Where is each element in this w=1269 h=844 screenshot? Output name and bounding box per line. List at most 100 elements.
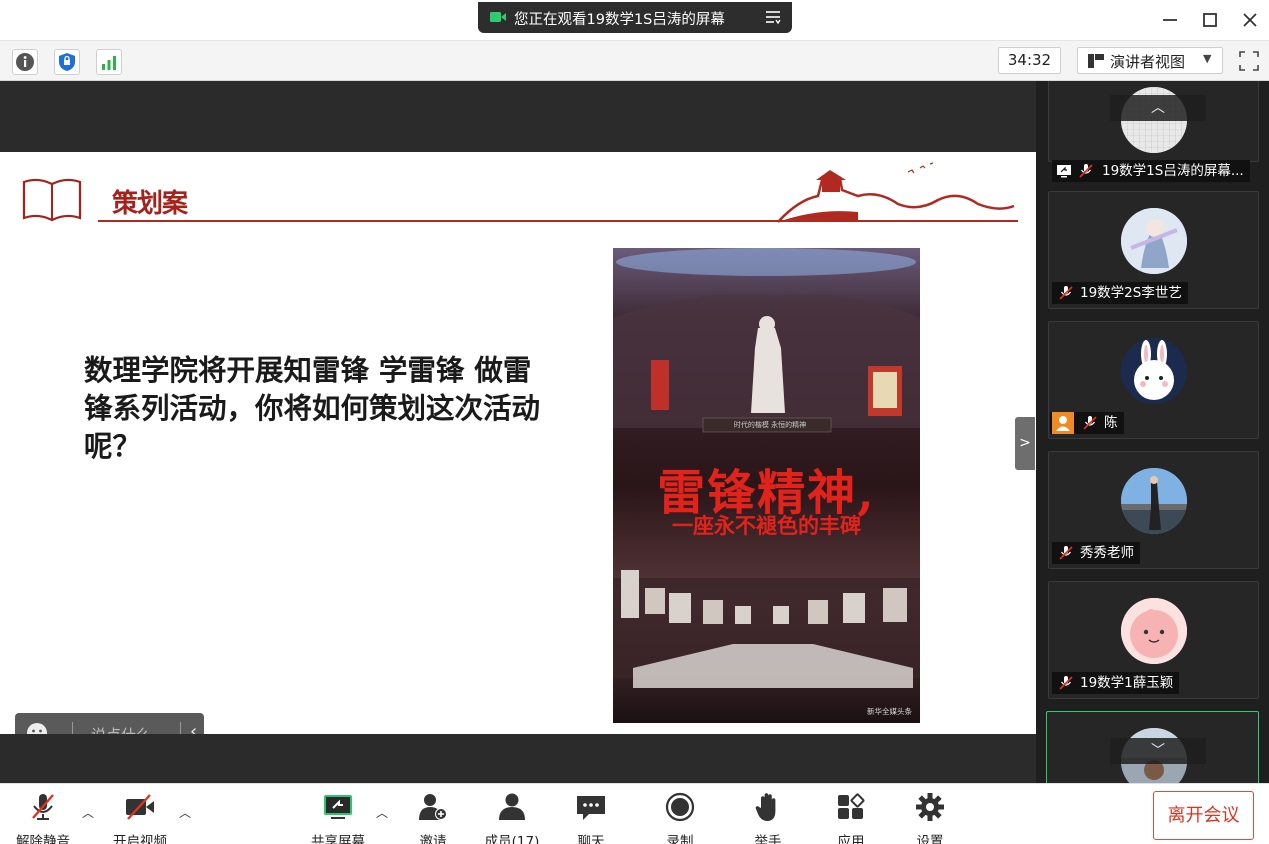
meeting-controls-bar: 解除静音 ︿ 开启视频 ︿ 共享屏幕 ︿ 邀请 成员(17) 聊天 录制 举手 …: [0, 783, 1269, 844]
raise-hand-label: 举手: [754, 834, 782, 844]
quick-chat-widget[interactable]: 说点什么... ‹: [15, 713, 204, 734]
slide-question-text: 数理学院将开展知雷锋 学雷锋 做雷锋系列活动，你将如何策划这次活动呢？: [84, 354, 541, 463]
participant-name: 19数学1薛玉颖: [1052, 672, 1180, 694]
participant-name-text: 19数学2S李世艺: [1080, 285, 1182, 301]
poster-credit: 新华全媒头条: [867, 707, 912, 716]
share-options-chevron-icon[interactable]: ︿: [376, 804, 388, 821]
view-mode-select[interactable]: 演讲者视图 ▼: [1077, 47, 1223, 74]
chevron-left-icon[interactable]: ‹: [190, 721, 197, 734]
record-icon: [665, 792, 695, 822]
participant-name: 陈: [1050, 412, 1124, 434]
shared-screen: 策划案 数理学院将开展知雷锋 学雷锋 做雷锋系列活动，你将如何策划这次活动呢？: [0, 81, 1036, 783]
members-button[interactable]: 成员(17): [478, 790, 546, 844]
avatar: [1121, 208, 1187, 274]
participant-tile[interactable]: 秀秀老师: [1048, 451, 1259, 569]
mic-muted-icon: [1083, 416, 1097, 430]
share-screen-label: 共享屏幕: [311, 834, 365, 844]
members-icon: [499, 793, 525, 820]
chat-label: 聊天: [577, 834, 605, 844]
meeting-info-bar: 34:32 演讲者视图 ▼: [0, 40, 1269, 81]
meeting-app: 您正在观看19数学1S吕涛的屏幕 34:32 演讲者视图 ▼ 策划案 数理学院将…: [0, 0, 1269, 844]
start-video-label: 开启视频: [113, 834, 167, 844]
lei-feng-poster: 时代的楷模 永恒的精神 雷锋精神, 一座永不褪色的丰碑 新华全媒头条: [613, 248, 920, 723]
avatar: [1121, 468, 1187, 534]
members-label: 成员(17): [484, 834, 540, 844]
share-banner-text: 您正在观看19数学1S吕涛的屏幕: [514, 12, 725, 28]
chevron-right-icon: >: [1019, 435, 1031, 451]
divider: [180, 722, 181, 734]
panel-collapse-button[interactable]: >: [1015, 417, 1035, 470]
title-bar: 您正在观看19数学1S吕涛的屏幕: [0, 0, 1269, 40]
leave-meeting-button[interactable]: 离开会议: [1153, 791, 1254, 840]
avatar: [1121, 338, 1187, 404]
view-mode-label: 演讲者视图: [1110, 53, 1186, 71]
minimize-icon[interactable]: [1159, 9, 1181, 31]
apps-icon: [838, 793, 865, 819]
scroll-up-button[interactable]: ︿: [1110, 95, 1206, 121]
presentation-slide: 策划案 数理学院将开展知雷锋 学雷锋 做雷锋系列活动，你将如何策划这次活动呢？: [0, 152, 1036, 734]
participant-tile[interactable]: 陈: [1048, 321, 1259, 439]
audio-options-chevron-icon[interactable]: ︿: [82, 804, 94, 821]
share-banner[interactable]: 您正在观看19数学1S吕涛的屏幕: [478, 2, 792, 33]
chat-input-placeholder[interactable]: 说点什么...: [91, 724, 165, 734]
divider: [72, 722, 73, 734]
share-screen-icon: [324, 795, 352, 819]
security-shield-icon[interactable]: [54, 49, 80, 75]
chat-button[interactable]: 聊天: [565, 790, 617, 844]
participant-tile[interactable]: 19数学2S李世艺: [1048, 191, 1259, 309]
chevron-down-icon: ﹀: [1151, 743, 1165, 759]
fullscreen-icon[interactable]: [1237, 49, 1261, 73]
avatar: [1121, 598, 1187, 664]
invite-label: 邀请: [419, 834, 447, 844]
banner-menu-icon[interactable]: [765, 8, 781, 26]
apps-button[interactable]: 应用: [825, 790, 877, 844]
poster-plaque: 时代的楷模 永恒的精神: [733, 421, 807, 429]
raise-hand-icon: [755, 793, 776, 821]
video-options-chevron-icon[interactable]: ︿: [179, 804, 191, 821]
poster-subheading: 一座永不褪色的丰碑: [672, 513, 861, 538]
chat-icon: [577, 796, 605, 820]
mic-muted-icon: [1079, 164, 1093, 178]
participant-tile[interactable]: 19数学1薛玉颖: [1048, 581, 1259, 699]
share-screen-button[interactable]: 共享屏幕: [305, 790, 371, 844]
chevron-down-icon: ▼: [1203, 52, 1212, 65]
close-icon[interactable]: [1239, 9, 1261, 31]
apps-label: 应用: [837, 834, 865, 844]
signal-strength-icon[interactable]: [96, 49, 122, 75]
invite-button[interactable]: 邀请: [405, 790, 461, 844]
chevron-up-icon: ︿: [1151, 100, 1165, 116]
mic-muted-icon: [1059, 546, 1073, 560]
settings-button[interactable]: 设置: [904, 790, 956, 844]
video-camera-icon: [490, 12, 506, 22]
book-icon: [22, 178, 82, 222]
add-user-icon: [419, 794, 447, 820]
host-badge-icon: [1052, 412, 1074, 434]
meeting-timer: 34:32: [998, 47, 1061, 74]
participant-tile[interactable]: 19数学1S吕涛的屏幕...: [1048, 81, 1259, 182]
video-off-icon: [126, 794, 154, 820]
mic-muted-icon: [32, 794, 54, 820]
screen-share-icon: [1057, 165, 1071, 178]
raise-hand-button[interactable]: 举手: [742, 790, 794, 844]
maximize-icon[interactable]: [1199, 9, 1221, 31]
participant-name-text: 陈: [1104, 415, 1118, 431]
mic-muted-icon: [1059, 676, 1073, 690]
participant-name-text: 19数学1薛玉颖: [1080, 675, 1174, 691]
participant-name: 秀秀老师: [1052, 542, 1140, 564]
participant-name-text: 19数学1S吕涛的屏幕...: [1102, 163, 1244, 179]
gear-icon: [916, 793, 944, 821]
record-button[interactable]: 录制: [654, 790, 706, 844]
info-icon[interactable]: [12, 49, 38, 75]
participant-name-text: 秀秀老师: [1080, 545, 1134, 561]
mic-muted-icon: [1059, 286, 1073, 300]
emoji-icon[interactable]: [26, 722, 48, 734]
unmute-label: 解除静音: [16, 834, 70, 844]
great-wall-decoration: [778, 162, 1015, 223]
start-video-button[interactable]: 开启视频: [107, 790, 173, 844]
settings-label: 设置: [916, 834, 944, 844]
scroll-down-button[interactable]: ﹀: [1110, 738, 1206, 764]
participant-name: 19数学2S李世艺: [1052, 282, 1188, 304]
unmute-button[interactable]: 解除静音: [10, 790, 76, 844]
slide-title: 策划案: [112, 189, 188, 219]
record-label: 录制: [666, 834, 694, 844]
